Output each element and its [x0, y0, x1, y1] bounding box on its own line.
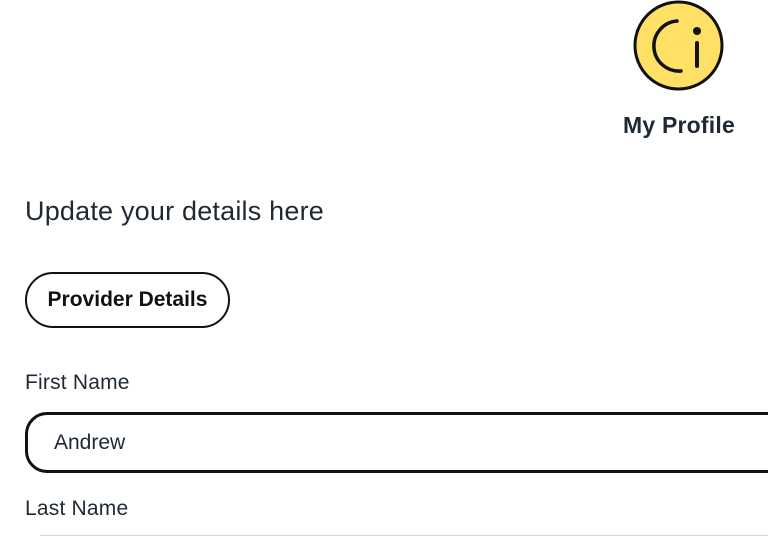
provider-details-button[interactable]: Provider Details — [25, 272, 230, 328]
first-name-input[interactable] — [25, 412, 768, 473]
last-name-label: Last Name — [25, 497, 129, 520]
smiley-face-icon — [633, 0, 724, 91]
profile-label[interactable]: My Profile — [600, 112, 758, 139]
first-name-label: First Name — [25, 371, 130, 394]
profile-page: My Profile Update your details here Prov… — [0, 0, 768, 538]
avatar[interactable] — [633, 0, 724, 91]
page-heading: Update your details here — [25, 196, 324, 226]
